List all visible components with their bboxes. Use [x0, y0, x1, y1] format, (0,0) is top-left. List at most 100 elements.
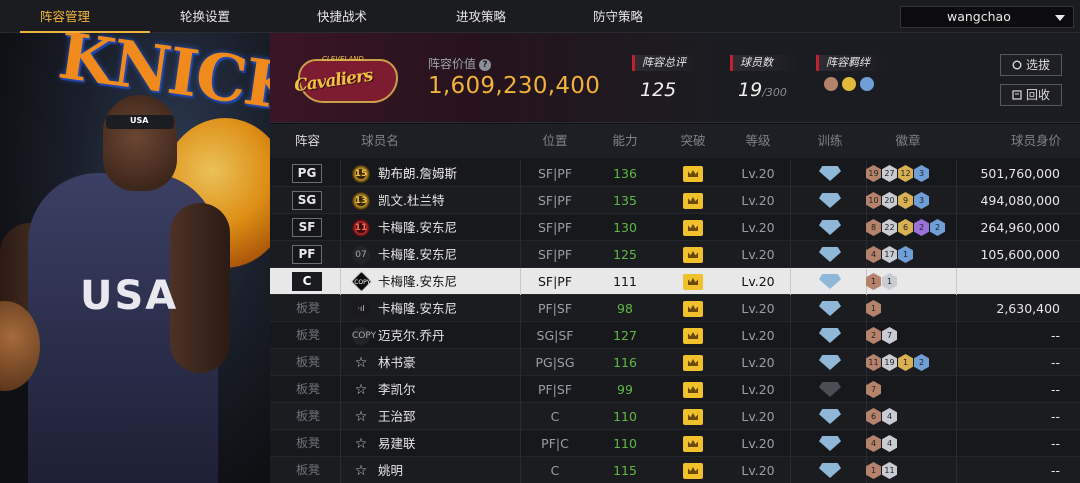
crown-icon[interactable] [683, 274, 703, 290]
table-row[interactable]: C COPY 卡梅隆.安东尼 SF|PF 111 Lv.20 1 1 -- [270, 268, 1080, 295]
training-shield-icon[interactable] [819, 328, 841, 343]
training-shield-icon[interactable] [819, 355, 841, 370]
table-row[interactable]: 板凳 ☆ 林书豪 PG|SG 116 Lv.20 11 19 1 2 -- [270, 349, 1080, 376]
player-name[interactable]: 卡梅隆.安东尼 [378, 268, 457, 295]
training-shield-icon[interactable] [819, 166, 841, 181]
player-name[interactable]: 林书豪 [378, 349, 416, 376]
crown-icon[interactable] [683, 328, 703, 344]
training-shield-icon[interactable] [819, 436, 841, 451]
badge-blue-icon: 2 [914, 354, 929, 371]
badge-list[interactable]: 11 19 1 2 [866, 354, 929, 372]
table-row[interactable]: SF 11 卡梅隆.安东尼 SF|PF 130 Lv.20 8 22 6 2 2 264,960,00… [270, 214, 1080, 241]
badge-bronze-icon: 4 [866, 246, 881, 263]
tab-quick-tactics[interactable]: 快捷战术 [297, 0, 387, 33]
table-row[interactable]: PG 15 勒布朗.詹姆斯 SF|PF 136 Lv.20 19 27 12 3 501,760,0… [270, 160, 1080, 187]
bond-icons[interactable] [816, 77, 884, 91]
crown-icon[interactable] [683, 220, 703, 236]
slot-badge[interactable]: C [292, 272, 322, 291]
badge-list[interactable]: 44 [866, 435, 897, 453]
roster-table: 阵容 球员名 位置 能力 突破 等级 训练 徽章 球员身价 PG 15 勒布朗.詹姆… [270, 124, 1080, 483]
slot-bench[interactable]: 板凳 [290, 457, 326, 483]
training-shield-icon[interactable] [819, 409, 841, 424]
crown-icon[interactable] [683, 436, 703, 452]
slot-bench[interactable]: 板凳 [290, 376, 326, 403]
player-name[interactable]: 卡梅隆.安东尼 [378, 295, 457, 322]
crown-icon[interactable] [683, 382, 703, 398]
badge-list[interactable]: 7 [866, 381, 881, 399]
training-shield-icon[interactable] [819, 193, 841, 208]
badge-list[interactable]: 64 [866, 408, 897, 426]
help-icon[interactable]: ? [479, 58, 492, 71]
player-name[interactable]: 姚明 [378, 457, 403, 483]
badge-list[interactable]: 27 [866, 327, 897, 345]
rank-badge: 15 [352, 165, 370, 183]
crown-icon[interactable] [683, 301, 703, 317]
table-row[interactable]: 板凳 ☆ 易建联 PF|C 110 Lv.20 4 4 -- [270, 430, 1080, 457]
training-shield-icon[interactable] [819, 463, 841, 478]
slot-badge[interactable]: SG [292, 191, 322, 210]
jersey-text: USA [80, 273, 179, 319]
user-dropdown[interactable]: wangchao [900, 6, 1074, 28]
pick-button[interactable]: 选拔 [1000, 54, 1062, 76]
slot-bench[interactable]: 板凳 [290, 403, 326, 430]
chevron-down-icon [1055, 15, 1065, 21]
slot-bench[interactable]: 板凳 [290, 295, 326, 322]
player-name[interactable]: 凯文.杜兰特 [378, 187, 444, 214]
player-name[interactable]: 李凯尔 [378, 376, 416, 403]
badge-list[interactable]: 1 [866, 300, 881, 318]
slot-badge[interactable]: PG [292, 164, 322, 183]
tab-offense[interactable]: 进攻策略 [436, 0, 526, 33]
player-price: -- [1050, 409, 1060, 424]
player-arm-right [170, 203, 230, 373]
top-nav: 阵容管理 轮换设置 快捷战术 进攻策略 防守策略 wangchao [0, 0, 1080, 33]
slot-bench[interactable]: 板凳 [290, 349, 326, 376]
table-row[interactable]: 板凳 COPY 迈克尔.乔丹 SG|SF 127 Lv.20 2 7 -- [270, 322, 1080, 349]
lineup-summary: CLEVELAND Cavaliers 阵容价值? 1,609,230,400 … [270, 33, 1080, 123]
crown-icon[interactable] [683, 193, 703, 209]
player-level: Lv.20 [741, 193, 775, 208]
tab-rotation[interactable]: 轮换设置 [160, 0, 250, 33]
crown-icon[interactable] [683, 409, 703, 425]
crown-icon[interactable] [683, 247, 703, 263]
training-shield-icon[interactable] [819, 301, 841, 316]
slot-bench[interactable]: 板凳 [290, 430, 326, 457]
badge-silver-icon: 17 [882, 246, 897, 263]
table-row[interactable]: PF 07 卡梅隆.安东尼 SF|PF 125 Lv.20 4 17 1 105,600,000 [270, 241, 1080, 268]
table-row[interactable]: 板凳 ·ıl 卡梅隆.安东尼 PF|SF 98 Lv.20 1 2,630,400 [270, 295, 1080, 322]
slot-bench[interactable]: 板凳 [290, 322, 326, 349]
table-row[interactable]: SG 13 凯文.杜兰特 SF|PF 135 Lv.20 10 20 9 3 494,080,000 [270, 187, 1080, 214]
table-row[interactable]: 板凳 ☆ 李凯尔 PF|SF 99 Lv.20 7 -- [270, 376, 1080, 403]
slot-badge[interactable]: SF [292, 218, 322, 237]
player-name[interactable]: 易建联 [378, 430, 416, 457]
tab-lineup[interactable]: 阵容管理 [20, 0, 150, 33]
player-name[interactable]: 勒布朗.詹姆斯 [378, 160, 457, 187]
player-ability: 98 [617, 301, 633, 316]
crown-icon[interactable] [683, 355, 703, 371]
badge-list[interactable]: 1 11 [866, 462, 897, 480]
tab-defense[interactable]: 防守策略 [573, 0, 663, 33]
header-training: 训练 [817, 133, 843, 148]
badge-bronze-icon: 1 [866, 462, 881, 479]
training-shield-icon[interactable] [819, 220, 841, 235]
badge-list[interactable]: 10 20 9 3 [866, 192, 929, 210]
player-name[interactable]: 卡梅隆.安东尼 [378, 241, 457, 268]
training-shield-icon[interactable] [819, 274, 841, 289]
player-name[interactable]: 王治郅 [378, 403, 416, 430]
player-price: 494,080,000 [980, 193, 1060, 208]
badge-bronze-icon: 7 [866, 381, 881, 398]
crown-icon[interactable] [683, 166, 703, 182]
player-name[interactable]: 迈克尔.乔丹 [378, 322, 444, 349]
table-row[interactable]: 板凳 ☆ 姚明 C 115 Lv.20 1 11 -- [270, 457, 1080, 483]
badge-list[interactable]: 8 22 6 2 2 [866, 219, 945, 237]
badge-list[interactable]: 19 27 12 3 [866, 165, 929, 183]
badge-list[interactable]: 11 [866, 273, 897, 291]
table-row[interactable]: 板凳 ☆ 王治郅 C 110 Lv.20 6 4 -- [270, 403, 1080, 430]
training-shield-icon[interactable] [819, 382, 841, 397]
training-shield-icon[interactable] [819, 247, 841, 262]
crown-icon[interactable] [683, 463, 703, 479]
recycle-button[interactable]: 回收 [1000, 84, 1062, 106]
slot-badge[interactable]: PF [292, 245, 322, 264]
badge-list[interactable]: 4 17 1 [866, 246, 913, 264]
player-position: C [550, 409, 560, 424]
player-name[interactable]: 卡梅隆.安东尼 [378, 214, 457, 241]
